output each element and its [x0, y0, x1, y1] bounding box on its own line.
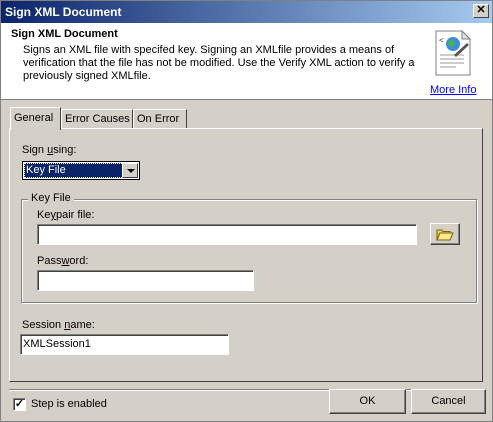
ok-label: OK	[359, 395, 376, 407]
step-enabled-label: Step is enabled	[31, 398, 107, 410]
svg-text:<: <	[439, 36, 444, 45]
key-file-legend: Key File	[28, 192, 74, 204]
sign-using-label: Sign using:	[22, 144, 77, 156]
header-panel: Sign XML Document Signs an XML file with…	[1, 23, 492, 100]
close-icon: ✕	[476, 4, 486, 16]
session-name-label: Session name:	[22, 319, 95, 331]
tab-on-error[interactable]: On Error	[133, 109, 187, 128]
cancel-label: Cancel	[431, 395, 466, 407]
tab-label: General	[14, 112, 54, 124]
header-title: Sign XML Document	[11, 28, 118, 40]
session-name-input[interactable]: XMLSession1	[20, 334, 229, 355]
tab-label: Error Causes	[65, 113, 130, 125]
password-label: Password:	[37, 255, 89, 267]
chevron-down-icon[interactable]	[122, 163, 138, 178]
title-bar[interactable]: Sign XML Document ✕	[1, 1, 492, 23]
sign-using-select[interactable]: Key File	[22, 161, 140, 180]
folder-open-icon	[436, 229, 454, 241]
more-info-link[interactable]: More Info	[430, 84, 476, 96]
session-name-value: XMLSession1	[23, 338, 91, 350]
tab-label: On Error	[137, 113, 180, 125]
ok-button[interactable]: OK	[329, 389, 406, 414]
tab-general[interactable]: General	[10, 107, 61, 130]
step-enabled-checkbox[interactable]: ✓	[13, 398, 26, 411]
sign-xml-dialog: Sign XML Document ✕ Sign XML Document Si…	[0, 0, 493, 422]
window-title: Sign XML Document	[5, 5, 122, 19]
sign-using-value: Key File	[24, 163, 124, 178]
tab-error-causes[interactable]: Error Causes	[61, 109, 133, 128]
header-description: Signs an XML file with specifed key. Sig…	[23, 44, 415, 82]
close-button[interactable]: ✕	[473, 4, 489, 18]
cancel-button[interactable]: Cancel	[411, 389, 486, 414]
password-input[interactable]	[37, 270, 254, 291]
keypair-file-input[interactable]	[37, 224, 417, 245]
browse-keypair-button[interactable]	[430, 223, 460, 245]
keypair-file-label: Keypair file:	[37, 209, 95, 221]
xml-document-icon: <	[435, 29, 472, 76]
